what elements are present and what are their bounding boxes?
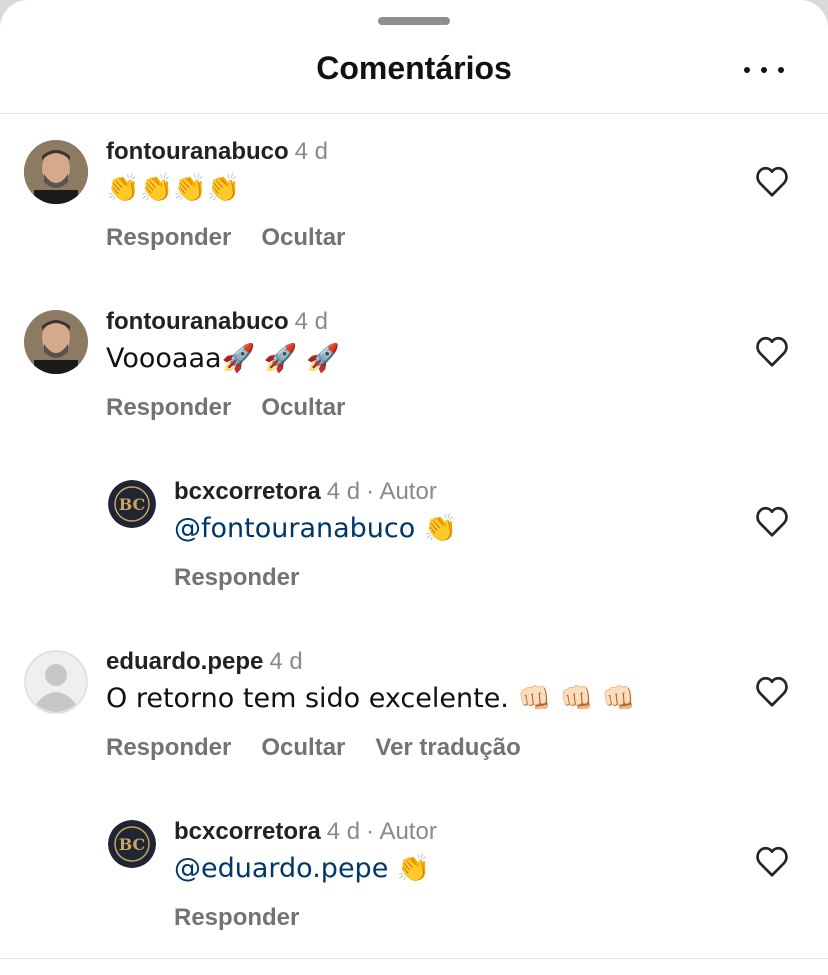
bottom-divider: [0, 958, 828, 959]
comment-text: 👏👏👏👏: [106, 173, 241, 204]
comment-text: O retorno tem sido excelente. 👊🏻 👊🏻 👊🏻: [106, 683, 636, 714]
reply-item: BC bcxcorretora 4 d · Autor @eduardo.pepe …: [0, 818, 828, 975]
comment-header: bcxcorretora 4 d · Autor: [174, 478, 437, 506]
comment-header: eduardo.pepe 4 d: [106, 648, 303, 676]
comment-actions: Responder: [174, 904, 329, 932]
mention-link[interactable]: @fontouranabuco: [174, 513, 415, 544]
username[interactable]: eduardo.pepe: [106, 648, 263, 675]
comment-header: fontouranabuco 4 d: [106, 138, 328, 166]
comment-time: 4 d: [294, 308, 329, 335]
comment-item: eduardo.pepe 4 d O retorno tem sido excel…: [0, 648, 828, 808]
heart-icon[interactable]: [754, 674, 790, 708]
heart-icon[interactable]: [754, 504, 790, 538]
reply-button[interactable]: Responder: [174, 904, 299, 931]
avatar-fontouranabuco[interactable]: [24, 140, 88, 204]
avatar-bcxcorretora[interactable]: BC: [108, 480, 156, 528]
comment-actions: Responder: [174, 564, 329, 592]
comments-sheet: Comentários fontouranabuco 4 d 👏👏👏👏 Respo…: [0, 0, 828, 975]
comment-item: fontouranabuco 4 d Voooaaa🚀 🚀 🚀 Responder…: [0, 308, 828, 468]
reply-item: BC bcxcorretora 4 d · Autor @fontouranabuc…: [0, 478, 828, 638]
author-badge: · Autor: [366, 818, 437, 845]
hide-button[interactable]: Ocultar: [261, 734, 345, 761]
author-badge: · Autor: [366, 478, 437, 505]
heart-icon[interactable]: [754, 844, 790, 878]
avatar-bcxcorretora[interactable]: BC: [108, 820, 156, 868]
avatar-eduardo-pepe[interactable]: [24, 650, 88, 714]
username[interactable]: bcxcorretora: [174, 478, 321, 505]
username[interactable]: fontouranabuco: [106, 138, 289, 165]
comment-time: 4 d: [326, 818, 361, 845]
see-translation-button[interactable]: Ver tradução: [375, 734, 520, 761]
comment-text: @eduardo.pepe 👏: [174, 852, 431, 884]
comment-text: Voooaaa🚀 🚀 🚀: [106, 343, 340, 374]
brand-avatar-text: BC: [119, 495, 146, 514]
comment-actions: Responder Ocultar Ver tradução: [106, 734, 551, 762]
sheet-title: Comentários: [316, 50, 512, 86]
hide-button[interactable]: Ocultar: [261, 224, 345, 251]
heart-icon[interactable]: [754, 164, 790, 198]
more-horizontal-icon[interactable]: [744, 55, 784, 85]
comment-item: fontouranabuco 4 d 👏👏👏👏 Responder Ocultar: [0, 138, 828, 298]
comment-header: bcxcorretora 4 d · Autor: [174, 818, 437, 846]
comment-actions: Responder Ocultar: [106, 394, 375, 422]
reply-button[interactable]: Responder: [106, 224, 231, 251]
comment-time: 4 d: [294, 138, 329, 165]
hide-button[interactable]: Ocultar: [261, 394, 345, 421]
comment-time: 4 d: [269, 648, 303, 675]
comment-text-body: 👏: [415, 513, 458, 544]
heart-icon[interactable]: [754, 334, 790, 368]
brand-avatar-text: BC: [119, 835, 146, 854]
avatar-fontouranabuco[interactable]: [24, 310, 88, 374]
comment-text: @fontouranabuco 👏: [174, 512, 457, 544]
reply-button[interactable]: Responder: [174, 564, 299, 591]
mention-link[interactable]: @eduardo.pepe: [174, 853, 388, 884]
sheet-header: Comentários: [0, 0, 828, 114]
reply-button[interactable]: Responder: [106, 394, 231, 421]
comment-text-body: 👏: [388, 853, 431, 884]
comment-header: fontouranabuco 4 d: [106, 308, 328, 336]
username[interactable]: bcxcorretora: [174, 818, 321, 845]
comment-time: 4 d: [326, 478, 361, 505]
username[interactable]: fontouranabuco: [106, 308, 289, 335]
reply-button[interactable]: Responder: [106, 734, 231, 761]
comment-actions: Responder Ocultar: [106, 224, 375, 252]
